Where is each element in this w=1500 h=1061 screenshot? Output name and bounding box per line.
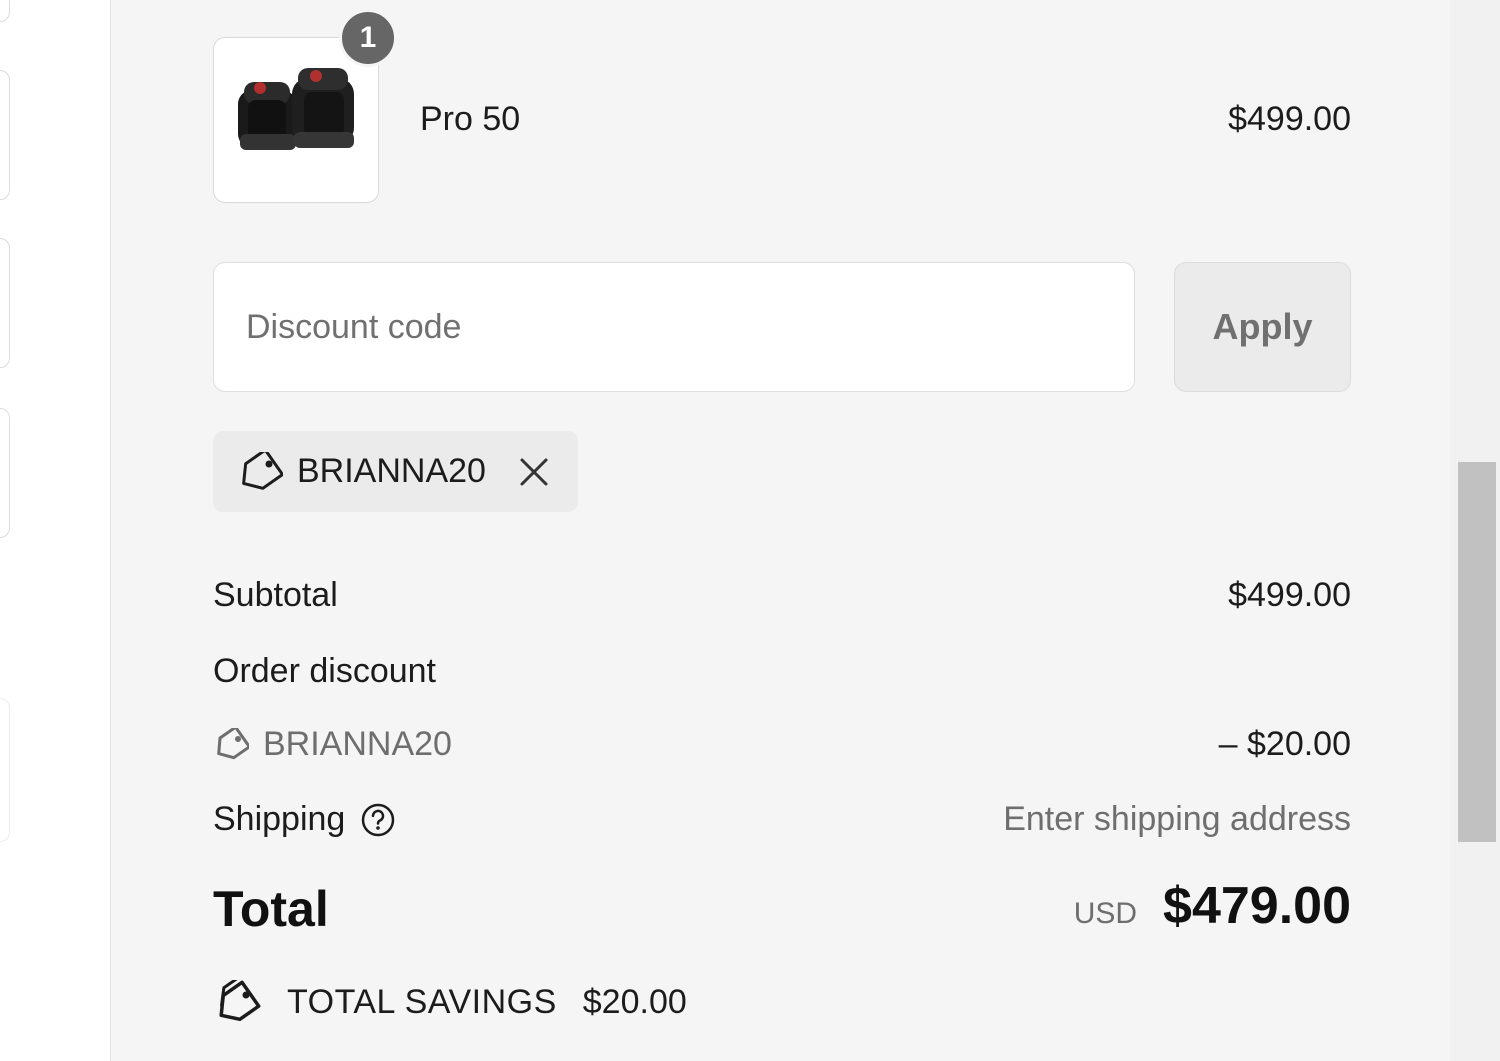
shipping-value: Enter shipping address <box>1003 800 1351 838</box>
currency-code: USD <box>1073 897 1138 930</box>
subtotal-label: Subtotal <box>213 576 338 614</box>
close-icon <box>520 458 548 485</box>
form-field-edge[interactable] <box>0 0 10 22</box>
total-savings-value: $20.00 <box>582 982 687 1021</box>
order-discount-value: – $20.00 <box>1218 725 1351 763</box>
help-icon[interactable] <box>359 801 397 839</box>
form-field-edge[interactable] <box>0 698 10 842</box>
order-discount-label: Order discount <box>213 652 436 690</box>
quantity-badge: 1 <box>339 9 397 67</box>
scrollbar-thumb[interactable] <box>1458 462 1496 842</box>
order-discount-code-row: BRIANNA20 <box>213 725 452 764</box>
tag-icon <box>213 727 249 762</box>
product-price: $499.00 <box>1228 100 1351 138</box>
product-name: Pro 50 <box>420 100 521 138</box>
total-amount: $479.00 <box>1163 877 1351 935</box>
savings-tag-icon <box>213 980 261 1024</box>
apply-discount-button[interactable]: Apply <box>1174 262 1351 392</box>
total-label: Total <box>213 881 329 937</box>
checkout-form-pane <box>0 0 111 1061</box>
shipping-label: Shipping <box>213 800 346 838</box>
order-discount-code: BRIANNA20 <box>263 725 452 763</box>
applied-discount-code: BRIANNA20 <box>297 452 486 490</box>
remove-discount-button[interactable] <box>514 452 554 492</box>
discount-code-input[interactable] <box>213 262 1135 392</box>
total-savings: TOTAL SAVINGS $20.00 <box>213 980 687 1024</box>
form-field-edge[interactable] <box>0 238 10 368</box>
applied-discount-chip: BRIANNA20 <box>213 431 578 512</box>
shipping-row-label: Shipping <box>213 800 397 839</box>
form-field-edge[interactable] <box>0 408 10 538</box>
total-value-group: USD $479.00 <box>1074 876 1351 936</box>
tag-icon <box>237 451 283 492</box>
form-field-edge[interactable] <box>0 70 10 200</box>
subtotal-value: $499.00 <box>1228 576 1351 614</box>
total-savings-label: TOTAL SAVINGS <box>287 982 557 1021</box>
